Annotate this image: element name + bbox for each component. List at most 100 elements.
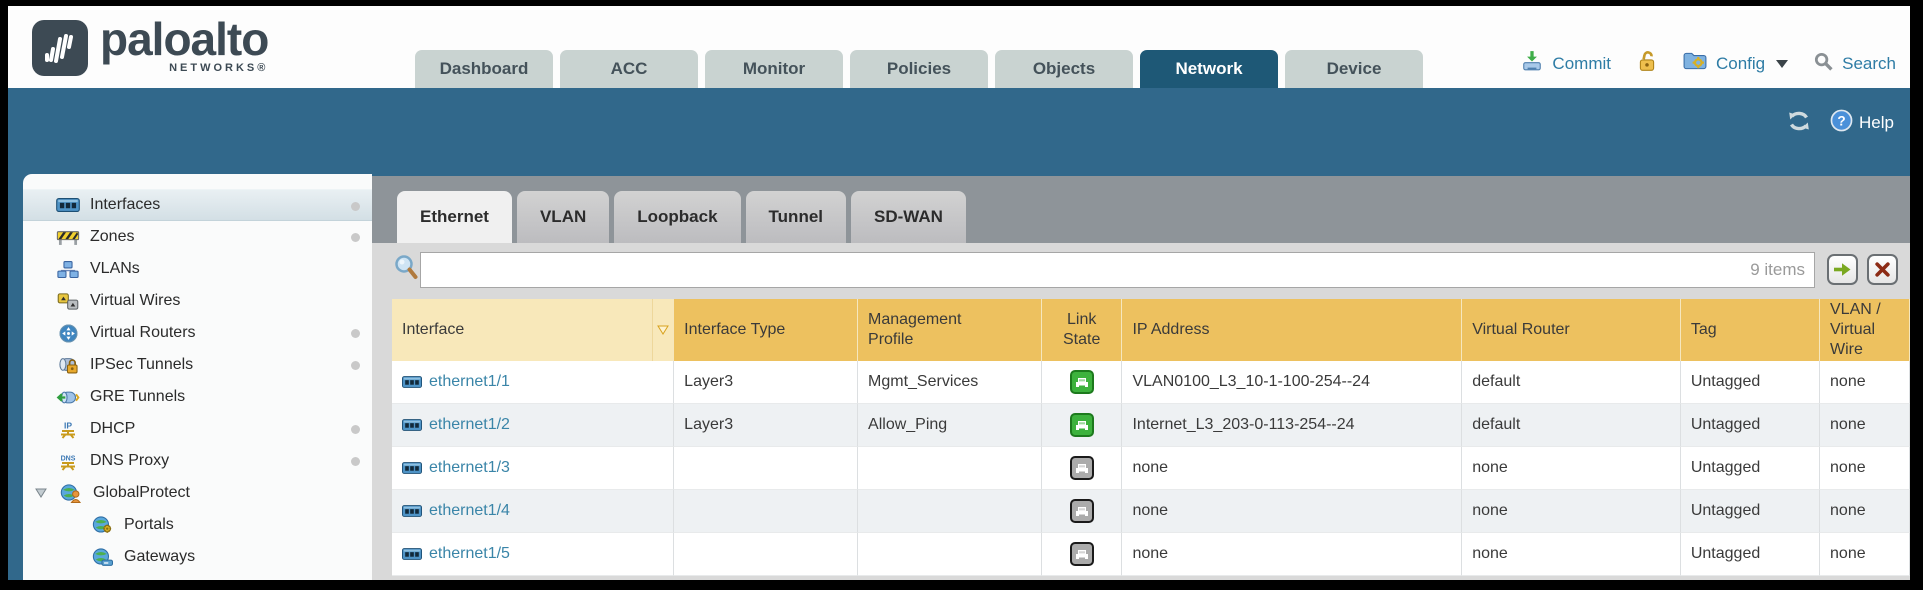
tab-loopback[interactable]: Loopback xyxy=(614,191,740,243)
filter-input[interactable] xyxy=(420,252,1815,288)
waveform-icon xyxy=(41,29,79,67)
sidebar-item-label: Interfaces xyxy=(90,196,160,214)
ip-address-cell: none xyxy=(1122,490,1462,533)
sidebar-item-gateways[interactable]: Gateways xyxy=(23,541,372,573)
tab-sdwan[interactable]: SD-WAN xyxy=(851,191,966,243)
tab-objects[interactable]: Objects xyxy=(995,50,1133,88)
tab-device[interactable]: Device xyxy=(1285,50,1423,88)
column-header-link-state[interactable]: Link State xyxy=(1042,299,1123,361)
status-dot xyxy=(351,233,360,242)
expand-triangle-icon[interactable] xyxy=(33,488,49,498)
tab-ethernet[interactable]: Ethernet xyxy=(397,191,512,243)
interface-type-cell xyxy=(674,447,858,490)
help-icon[interactable]: ? xyxy=(1830,109,1853,137)
dhcp-icon: IP xyxy=(55,420,81,439)
tab-monitor[interactable]: Monitor xyxy=(705,50,843,88)
main-content: Ethernet VLAN Loopback Tunnel SD-WAN 9 i… xyxy=(372,176,1910,580)
header-utilities: Commit Config xyxy=(1521,50,1896,77)
items-count: 9 items xyxy=(1750,260,1805,280)
tab-network[interactable]: Network xyxy=(1140,50,1278,88)
help-link[interactable]: Help xyxy=(1859,113,1894,133)
interface-type-cell: Layer3 xyxy=(674,361,858,404)
table-row[interactable]: ethernet1/1 Layer3 Mgmt_Services VLAN010… xyxy=(392,361,1910,404)
sidebar-item-zones[interactable]: Zones xyxy=(23,221,372,253)
interface-type-tabs: Ethernet VLAN Loopback Tunnel SD-WAN xyxy=(397,191,966,243)
sidebar-item-label: Gateways xyxy=(124,548,195,566)
column-header-virtual-router[interactable]: Virtual Router xyxy=(1462,299,1681,361)
table-header: Interface Interface Type Management Prof… xyxy=(392,299,1910,361)
sidebar-item-label: GRE Tunnels xyxy=(90,388,185,406)
interface-link[interactable]: ethernet1/1 xyxy=(429,373,510,391)
interface-link[interactable]: ethernet1/4 xyxy=(429,502,510,520)
sidebar-item-globalprotect[interactable]: GlobalProtect xyxy=(23,477,372,509)
apply-filter-button[interactable] xyxy=(1827,254,1858,285)
sidebar-item-label: Zones xyxy=(90,228,134,246)
ethernet-port-icon xyxy=(402,462,422,474)
tab-acc[interactable]: ACC xyxy=(560,50,698,88)
sidebar-item-label: GlobalProtect xyxy=(93,484,190,502)
link-state-down-icon xyxy=(1070,499,1094,523)
column-header-interface[interactable]: Interface xyxy=(392,299,652,361)
tab-tunnel[interactable]: Tunnel xyxy=(746,191,846,243)
link-state-up-icon xyxy=(1070,370,1094,394)
tab-policies[interactable]: Policies xyxy=(850,50,988,88)
table-body: ethernet1/1 Layer3 Mgmt_Services VLAN010… xyxy=(392,361,1910,576)
commit-button[interactable]: Commit xyxy=(1552,54,1611,74)
interface-link[interactable]: ethernet1/2 xyxy=(429,416,510,434)
ethernet-panel: 9 items Interface xyxy=(372,243,1910,580)
gateways-icon xyxy=(89,548,115,566)
sidebar-item-ipsec-tunnels[interactable]: IPSec Tunnels xyxy=(23,349,372,381)
ethernet-port-icon xyxy=(402,376,422,388)
tag-cell: Untagged xyxy=(1681,533,1820,576)
sidebar-item-portals[interactable]: Portals xyxy=(23,509,372,541)
ip-address-cell: none xyxy=(1122,533,1462,576)
interface-link[interactable]: ethernet1/5 xyxy=(429,545,510,563)
column-header-tag[interactable]: Tag xyxy=(1681,299,1820,361)
lock-icon[interactable] xyxy=(1637,50,1657,77)
sidebar-item-vlans[interactable]: VLANs xyxy=(23,253,372,285)
table-row[interactable]: ethernet1/4 none none Untagged none xyxy=(392,490,1910,533)
sidebar-item-dns-proxy[interactable]: DNS DNS Proxy xyxy=(23,445,372,477)
filter-magnifier-icon xyxy=(394,254,418,285)
sidebar-item-virtual-wires[interactable]: Virtual Wires xyxy=(23,285,372,317)
table-row[interactable]: ethernet1/2 Layer3 Allow_Ping Internet_L… xyxy=(392,404,1910,447)
column-header-vlan-wire[interactable]: VLAN / Virtual Wire xyxy=(1820,299,1910,361)
sort-dropdown-icon[interactable] xyxy=(652,299,674,361)
management-profile-cell xyxy=(858,447,1042,490)
sidebar-item-label: IPSec Tunnels xyxy=(90,356,193,374)
column-header-ip-address[interactable]: IP Address xyxy=(1122,299,1462,361)
sidebar-item-dhcp[interactable]: IP DHCP xyxy=(23,413,372,445)
sidebar-item-gre-tunnels[interactable]: GRE Tunnels xyxy=(23,381,372,413)
tag-cell: Untagged xyxy=(1681,447,1820,490)
vlan-wire-cell: none xyxy=(1820,490,1910,533)
tag-cell: Untagged xyxy=(1681,404,1820,447)
column-header-management-profile[interactable]: Management Profile xyxy=(858,299,1042,361)
config-menu[interactable]: Config xyxy=(1716,54,1765,74)
filter-bar: 9 items xyxy=(372,252,1910,288)
status-dot xyxy=(351,202,360,211)
sidebar-item-label: VLANs xyxy=(90,260,140,278)
chevron-down-icon[interactable] xyxy=(1776,60,1788,68)
sidebar-item-label: Virtual Wires xyxy=(90,292,180,310)
tag-cell: Untagged xyxy=(1681,490,1820,533)
virtual-router-cell: none xyxy=(1462,447,1681,490)
table-row[interactable]: ethernet1/3 none none Untagged none xyxy=(392,447,1910,490)
vlan-wire-cell: none xyxy=(1820,404,1910,447)
clear-filter-button[interactable] xyxy=(1867,254,1898,285)
svg-text:?: ? xyxy=(1837,114,1845,129)
column-header-interface-type[interactable]: Interface Type xyxy=(674,299,858,361)
table-row[interactable]: ethernet1/5 none none Untagged none xyxy=(392,533,1910,576)
tab-vlan[interactable]: VLAN xyxy=(517,191,609,243)
search-button[interactable]: Search xyxy=(1842,54,1896,74)
globalprotect-icon xyxy=(58,484,84,503)
paloalto-logo-icon xyxy=(32,20,88,76)
interface-link[interactable]: ethernet1/3 xyxy=(429,459,510,477)
svg-text:IP: IP xyxy=(64,420,72,430)
refresh-icon[interactable] xyxy=(1786,110,1812,137)
sidebar-item-label: DNS Proxy xyxy=(90,452,169,470)
tab-dashboard[interactable]: Dashboard xyxy=(415,50,553,88)
sidebar-item-interfaces[interactable]: Interfaces xyxy=(23,189,372,221)
zones-icon xyxy=(55,229,81,246)
virtual-router-cell: default xyxy=(1462,404,1681,447)
sidebar-item-virtual-routers[interactable]: Virtual Routers xyxy=(23,317,372,349)
